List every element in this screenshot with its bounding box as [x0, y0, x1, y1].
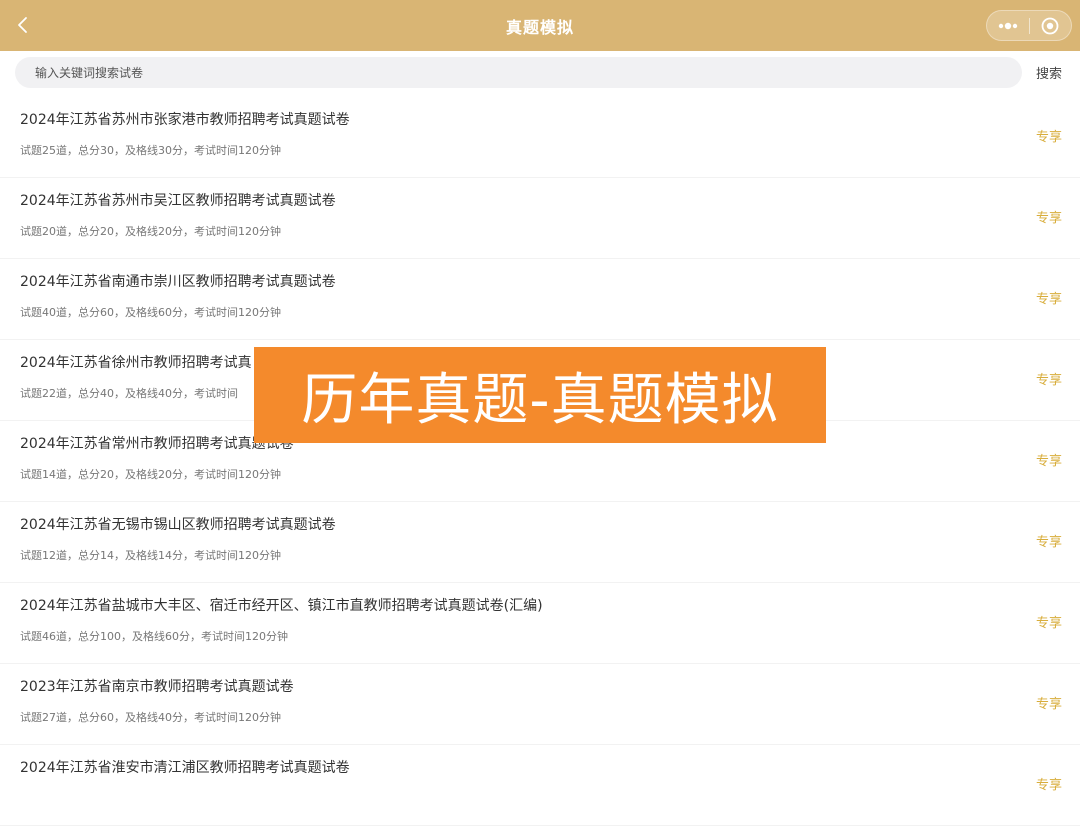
exclusive-badge: 专享 [1036, 454, 1063, 469]
list-item[interactable]: 2024年江苏省盐城市大丰区、宿迁市经开区、镇江市直教师招聘考试真题试卷(汇编)… [0, 583, 1080, 664]
exclusive-badge: 专享 [1036, 130, 1063, 145]
paper-meta: 试题46道，总分100，及格线60分，考试时间120分钟 [20, 630, 288, 643]
exclusive-badge: 专享 [1036, 373, 1063, 388]
paper-title: 2023年江苏省南京市教师招聘考试真题试卷 [20, 679, 294, 695]
exclusive-badge: 专享 [1036, 697, 1063, 712]
overlay-banner: 历年真题-真题模拟 [254, 347, 826, 443]
paper-meta: 试题40道，总分60，及格线60分，考试时间120分钟 [20, 306, 281, 319]
paper-meta: 试题14道，总分20，及格线20分，考试时间120分钟 [20, 468, 281, 481]
list-item[interactable]: 2024年江苏省无锡市锡山区教师招聘考试真题试卷 试题12道，总分14，及格线1… [0, 502, 1080, 583]
paper-meta: 试题25道，总分30，及格线30分，考试时间120分钟 [20, 144, 281, 157]
search-input[interactable] [15, 57, 1022, 88]
list-item[interactable]: 2024年江苏省南通市崇川区教师招聘考试真题试卷 试题40道，总分60，及格线6… [0, 259, 1080, 340]
exclusive-badge: 专享 [1036, 211, 1063, 226]
search-button[interactable]: 搜索 [1036, 63, 1062, 82]
paper-meta: 试题27道，总分60，及格线40分，考试时间120分钟 [20, 711, 281, 724]
paper-list: 2024年江苏省苏州市张家港市教师招聘考试真题试卷 试题25道，总分30，及格线… [0, 97, 1080, 826]
top-nav-bar: 真题模拟 [0, 0, 1080, 51]
page-title: 真题模拟 [505, 17, 574, 37]
list-item[interactable]: 2024年江苏省苏州市张家港市教师招聘考试真题试卷 试题25道，总分30，及格线… [0, 97, 1080, 178]
mini-program-capsule [986, 10, 1072, 41]
paper-title: 2024年江苏省无锡市锡山区教师招聘考试真题试卷 [20, 517, 336, 533]
list-item[interactable]: 2024年江苏省苏州市吴江区教师招聘考试真题试卷 试题20道，总分20，及格线2… [0, 178, 1080, 259]
exclusive-badge: 专享 [1036, 778, 1063, 793]
list-item[interactable]: 2023年江苏省南京市教师招聘考试真题试卷 试题27道，总分60，及格线40分，… [0, 664, 1080, 745]
back-button[interactable] [10, 12, 36, 38]
chevron-left-icon [18, 17, 27, 33]
more-dots-icon [998, 22, 1018, 29]
more-button[interactable] [987, 11, 1029, 40]
paper-title: 2024年江苏省常州市教师招聘考试真题试卷 [20, 436, 294, 452]
paper-meta: 试题20道，总分20，及格线20分，考试时间120分钟 [20, 225, 281, 238]
target-circle-icon [1042, 17, 1059, 34]
paper-title: 2024年江苏省徐州市教师招聘考试真 [20, 355, 252, 371]
paper-meta: 试题22道，总分40，及格线40分，考试时间 [20, 387, 238, 400]
overlay-banner-text: 历年真题-真题模拟 [301, 367, 779, 433]
paper-title: 2024年江苏省盐城市大丰区、宿迁市经开区、镇江市直教师招聘考试真题试卷(汇编) [20, 598, 543, 614]
paper-title: 2024年江苏省苏州市张家港市教师招聘考试真题试卷 [20, 112, 350, 128]
close-button[interactable] [1030, 11, 1071, 40]
paper-title: 2024年江苏省南通市崇川区教师招聘考试真题试卷 [20, 274, 336, 290]
exclusive-badge: 专享 [1036, 616, 1063, 631]
list-item[interactable]: 2024年江苏省淮安市清江浦区教师招聘考试真题试卷 专享 [0, 745, 1080, 826]
paper-meta: 试题12道，总分14，及格线14分，考试时间120分钟 [20, 549, 281, 562]
paper-title: 2024年江苏省苏州市吴江区教师招聘考试真题试卷 [20, 193, 336, 209]
exclusive-badge: 专享 [1036, 292, 1063, 307]
exclusive-badge: 专享 [1036, 535, 1063, 550]
search-bar: 搜索 [0, 51, 1080, 97]
paper-title: 2024年江苏省淮安市清江浦区教师招聘考试真题试卷 [20, 760, 350, 776]
